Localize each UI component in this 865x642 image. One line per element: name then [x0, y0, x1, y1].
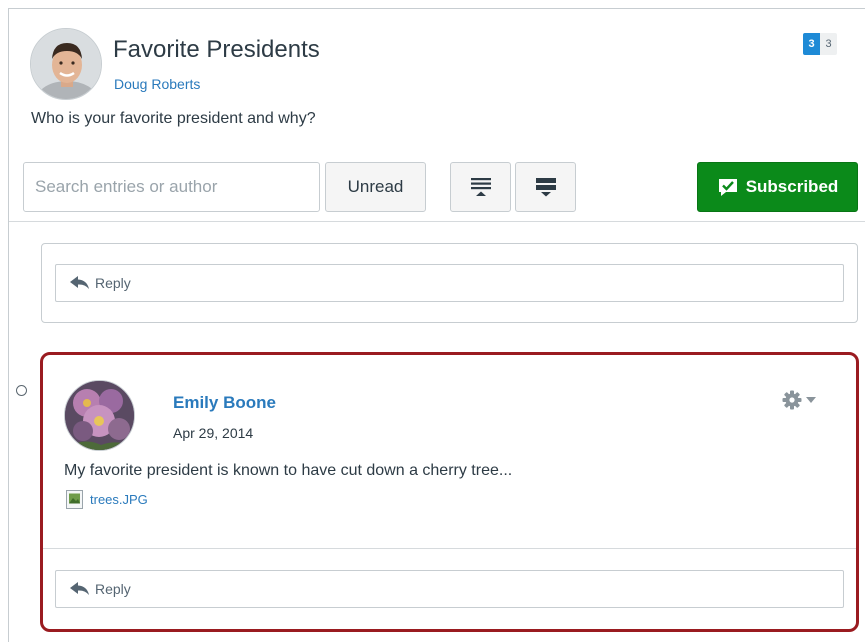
image-file-icon — [66, 490, 83, 509]
reply-arrow-icon — [70, 582, 89, 595]
toolbar-divider — [9, 221, 865, 222]
topic-reply-button[interactable]: Reply — [55, 264, 844, 302]
subscribed-button[interactable]: Subscribed — [697, 162, 858, 212]
subscribed-label: Subscribed — [745, 177, 839, 196]
check-comment-icon — [718, 179, 737, 196]
entry-count-badges: 3 3 — [803, 33, 837, 55]
expand-replies-button[interactable] — [515, 162, 576, 212]
entry-date: Apr 29, 2014 — [173, 425, 254, 441]
collapse-all-icon — [470, 178, 491, 196]
entry-message: My favorite president is known to have c… — [64, 462, 513, 479]
expand-all-icon — [535, 178, 556, 197]
reply-arrow-icon — [70, 276, 89, 289]
reply-label: Reply — [95, 275, 131, 291]
entry-reply-button[interactable]: Reply — [55, 570, 844, 608]
topic-author-link[interactable]: Doug Roberts — [114, 76, 200, 92]
entry-divider — [43, 548, 856, 549]
mark-read-toggle[interactable] — [16, 385, 27, 396]
search-input[interactable] — [23, 162, 320, 212]
chevron-down-icon — [806, 397, 816, 403]
topic-message: Who is your favorite president and why? — [31, 110, 316, 127]
collapse-replies-button[interactable] — [450, 162, 511, 212]
total-count-badge: 3 — [820, 33, 837, 55]
unread-filter-button[interactable]: Unread — [325, 162, 426, 212]
entry-settings-menu[interactable] — [782, 390, 816, 410]
entry-author-avatar[interactable] — [64, 380, 135, 451]
gear-icon — [782, 390, 802, 410]
attachment-link[interactable]: trees.JPG — [66, 490, 148, 509]
author-avatar[interactable] — [30, 28, 102, 100]
unread-count-badge: 3 — [803, 33, 820, 55]
attachment-filename: trees.JPG — [90, 492, 148, 507]
entry-author-link[interactable]: Emily Boone — [173, 393, 276, 413]
reply-label: Reply — [95, 581, 131, 597]
topic-title: Favorite Presidents — [113, 36, 320, 63]
